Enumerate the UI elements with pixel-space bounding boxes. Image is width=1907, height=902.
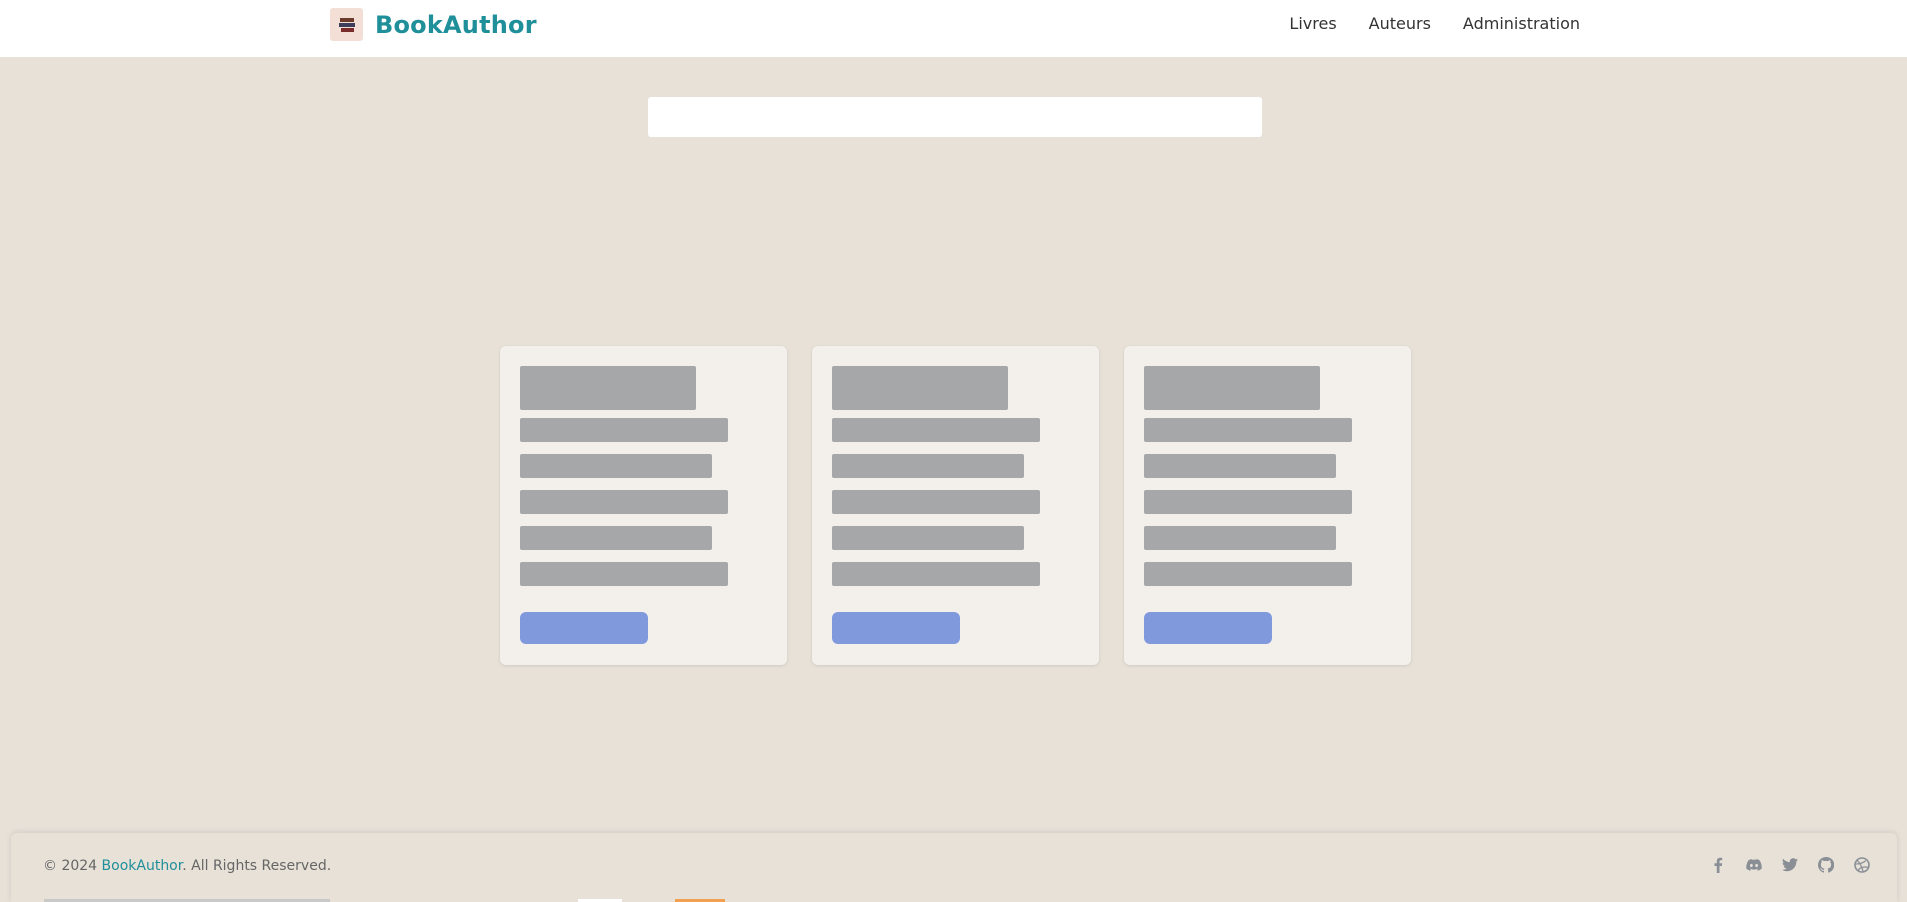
skeleton-title [1144,366,1320,410]
nav-link-auteurs[interactable]: Auteurs [1369,14,1431,33]
skeleton-line [520,526,712,550]
nav-link-administration[interactable]: Administration [1463,14,1580,33]
book-card-skeleton [500,346,787,665]
discord-icon[interactable] [1745,856,1763,874]
skeleton-line [832,562,1040,586]
book-card-skeleton [812,346,1099,665]
skeleton-line [832,418,1040,442]
main-nav: Livres Auteurs Administration [1257,14,1580,33]
footer-brand-link[interactable]: BookAuthor [102,858,183,874]
skeleton-line [520,454,712,478]
brand[interactable]: BookAuthor [330,8,537,41]
book-card-skeleton [1124,346,1411,665]
skeleton-line [1144,418,1352,442]
skeleton-button[interactable] [832,612,960,644]
top-navbar: BookAuthor Livres Auteurs Administration [0,0,1907,57]
skeleton-line [832,490,1040,514]
brand-name: BookAuthor [375,10,537,39]
skeleton-title [520,366,696,410]
skeleton-title [832,366,1008,410]
copyright-text: © 2024 BookAuthor. All Rights Reserved. [43,858,331,874]
skeleton-line [520,418,728,442]
skeleton-button[interactable] [1144,612,1272,644]
footer: © 2024 BookAuthor. All Rights Reserved. [11,833,1897,902]
skeleton-button[interactable] [520,612,648,644]
nav-link-livres[interactable]: Livres [1289,14,1336,33]
skeleton-line [1144,526,1336,550]
skeleton-line [1144,562,1352,586]
skeleton-line [1144,490,1352,514]
facebook-icon[interactable] [1709,856,1727,874]
copyright-suffix: . All Rights Reserved. [182,858,332,874]
github-icon[interactable] [1817,856,1835,874]
copyright-prefix: © 2024 [43,858,102,874]
skeleton-line [1144,454,1336,478]
skeleton-line [832,454,1024,478]
skeleton-line [520,562,728,586]
social-links [1691,856,1871,874]
skeleton-line [832,526,1024,550]
skeleton-line [520,490,728,514]
book-stack-logo-icon [330,8,363,41]
search-input[interactable] [648,97,1262,137]
twitter-icon[interactable] [1781,856,1799,874]
dribbble-icon[interactable] [1853,856,1871,874]
